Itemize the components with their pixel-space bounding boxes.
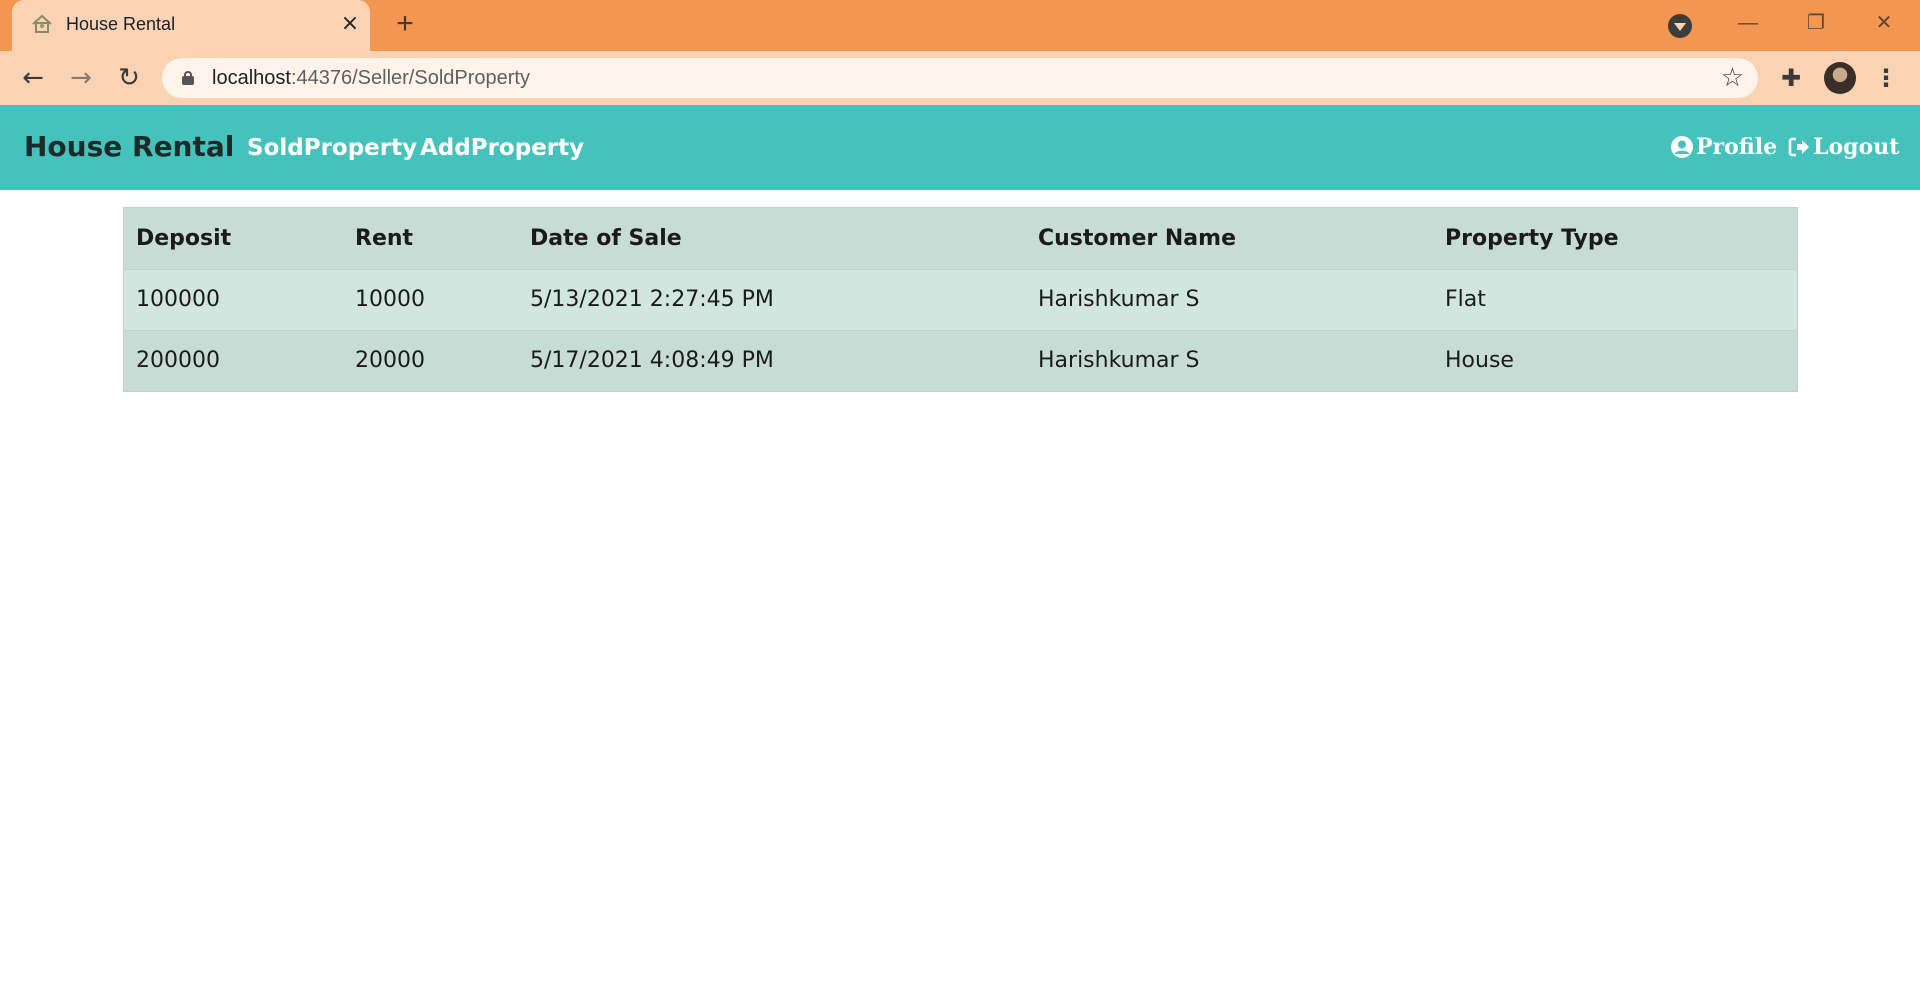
header-customer-name: Customer Name <box>1026 208 1433 269</box>
cell-rent: 10000 <box>343 268 518 330</box>
header-rent: Rent <box>343 208 518 269</box>
url-path: :44376/Seller/SoldProperty <box>290 67 530 89</box>
address-bar[interactable]: localhost:44376/Seller/SoldProperty ☆ <box>162 58 1758 98</box>
browser-tab[interactable]: House Rental × <box>12 0 370 51</box>
nav-sold-property-link[interactable]: SoldProperty <box>247 133 417 163</box>
tab-search-icon[interactable] <box>1668 14 1692 38</box>
cell-rent: 20000 <box>343 329 518 391</box>
header-property-type: Property Type <box>1433 208 1797 269</box>
cell-date-of-sale: 5/17/2021 4:08:49 PM <box>518 329 1026 391</box>
user-circle-icon <box>1671 136 1693 158</box>
url-text[interactable]: localhost:44376/Seller/SoldProperty <box>212 67 530 89</box>
table-header-row: Deposit Rent Date of Sale Customer Name … <box>124 208 1797 269</box>
bookmark-star-icon[interactable]: ☆ <box>1721 63 1744 93</box>
back-arrow-icon[interactable]: ← <box>18 63 48 93</box>
cell-property-type: House <box>1433 329 1797 391</box>
cell-deposit: 200000 <box>124 329 343 391</box>
logout-link[interactable]: Logout <box>1787 132 1899 162</box>
cell-date-of-sale: 5/13/2021 2:27:45 PM <box>518 268 1026 330</box>
table-row: 100000 10000 5/13/2021 2:27:45 PM Harish… <box>124 268 1797 330</box>
menu-dots-icon[interactable]: ⋮ <box>1874 63 1898 93</box>
sold-property-table: Deposit Rent Date of Sale Customer Name … <box>123 207 1798 392</box>
forward-arrow-icon[interactable]: → <box>66 63 96 93</box>
nav-add-property-link[interactable]: AddProperty <box>420 133 584 163</box>
window-close-icon[interactable]: ✕ <box>1866 8 1902 38</box>
avatar[interactable] <box>1824 62 1856 94</box>
sign-out-icon <box>1788 137 1809 157</box>
house-favicon-icon <box>32 14 52 33</box>
reload-icon[interactable]: ↻ <box>114 63 144 93</box>
new-tab-button[interactable]: + <box>390 9 420 40</box>
cell-customer-name: Harishkumar S <box>1026 268 1433 330</box>
cell-customer-name: Harishkumar S <box>1026 329 1433 391</box>
app-navbar: House Rental SoldProperty AddProperty Pr… <box>0 105 1920 190</box>
browser-toolbar: ← → ↻ localhost:44376/Seller/SoldPropert… <box>0 51 1920 105</box>
browser-tab-strip: House Rental × + — ❐ ✕ <box>0 0 1920 51</box>
cell-deposit: 100000 <box>124 268 343 330</box>
minimize-icon[interactable]: — <box>1730 8 1766 38</box>
profile-label: Profile <box>1696 134 1778 160</box>
restore-icon[interactable]: ❐ <box>1798 8 1834 38</box>
cell-property-type: Flat <box>1433 268 1797 330</box>
lock-icon[interactable] <box>182 71 194 85</box>
brand-link[interactable]: House Rental <box>24 129 234 165</box>
tab-title: House Rental <box>66 14 176 34</box>
tab-close-icon[interactable]: × <box>338 12 362 36</box>
header-deposit: Deposit <box>124 208 343 269</box>
logout-label: Logout <box>1813 134 1900 160</box>
extensions-icon[interactable]: ✚ <box>1776 63 1806 93</box>
table-row: 200000 20000 5/17/2021 4:08:49 PM Harish… <box>124 329 1797 391</box>
header-date-of-sale: Date of Sale <box>518 208 1026 269</box>
url-host: localhost <box>212 67 291 89</box>
profile-link[interactable]: Profile <box>1670 132 1777 162</box>
